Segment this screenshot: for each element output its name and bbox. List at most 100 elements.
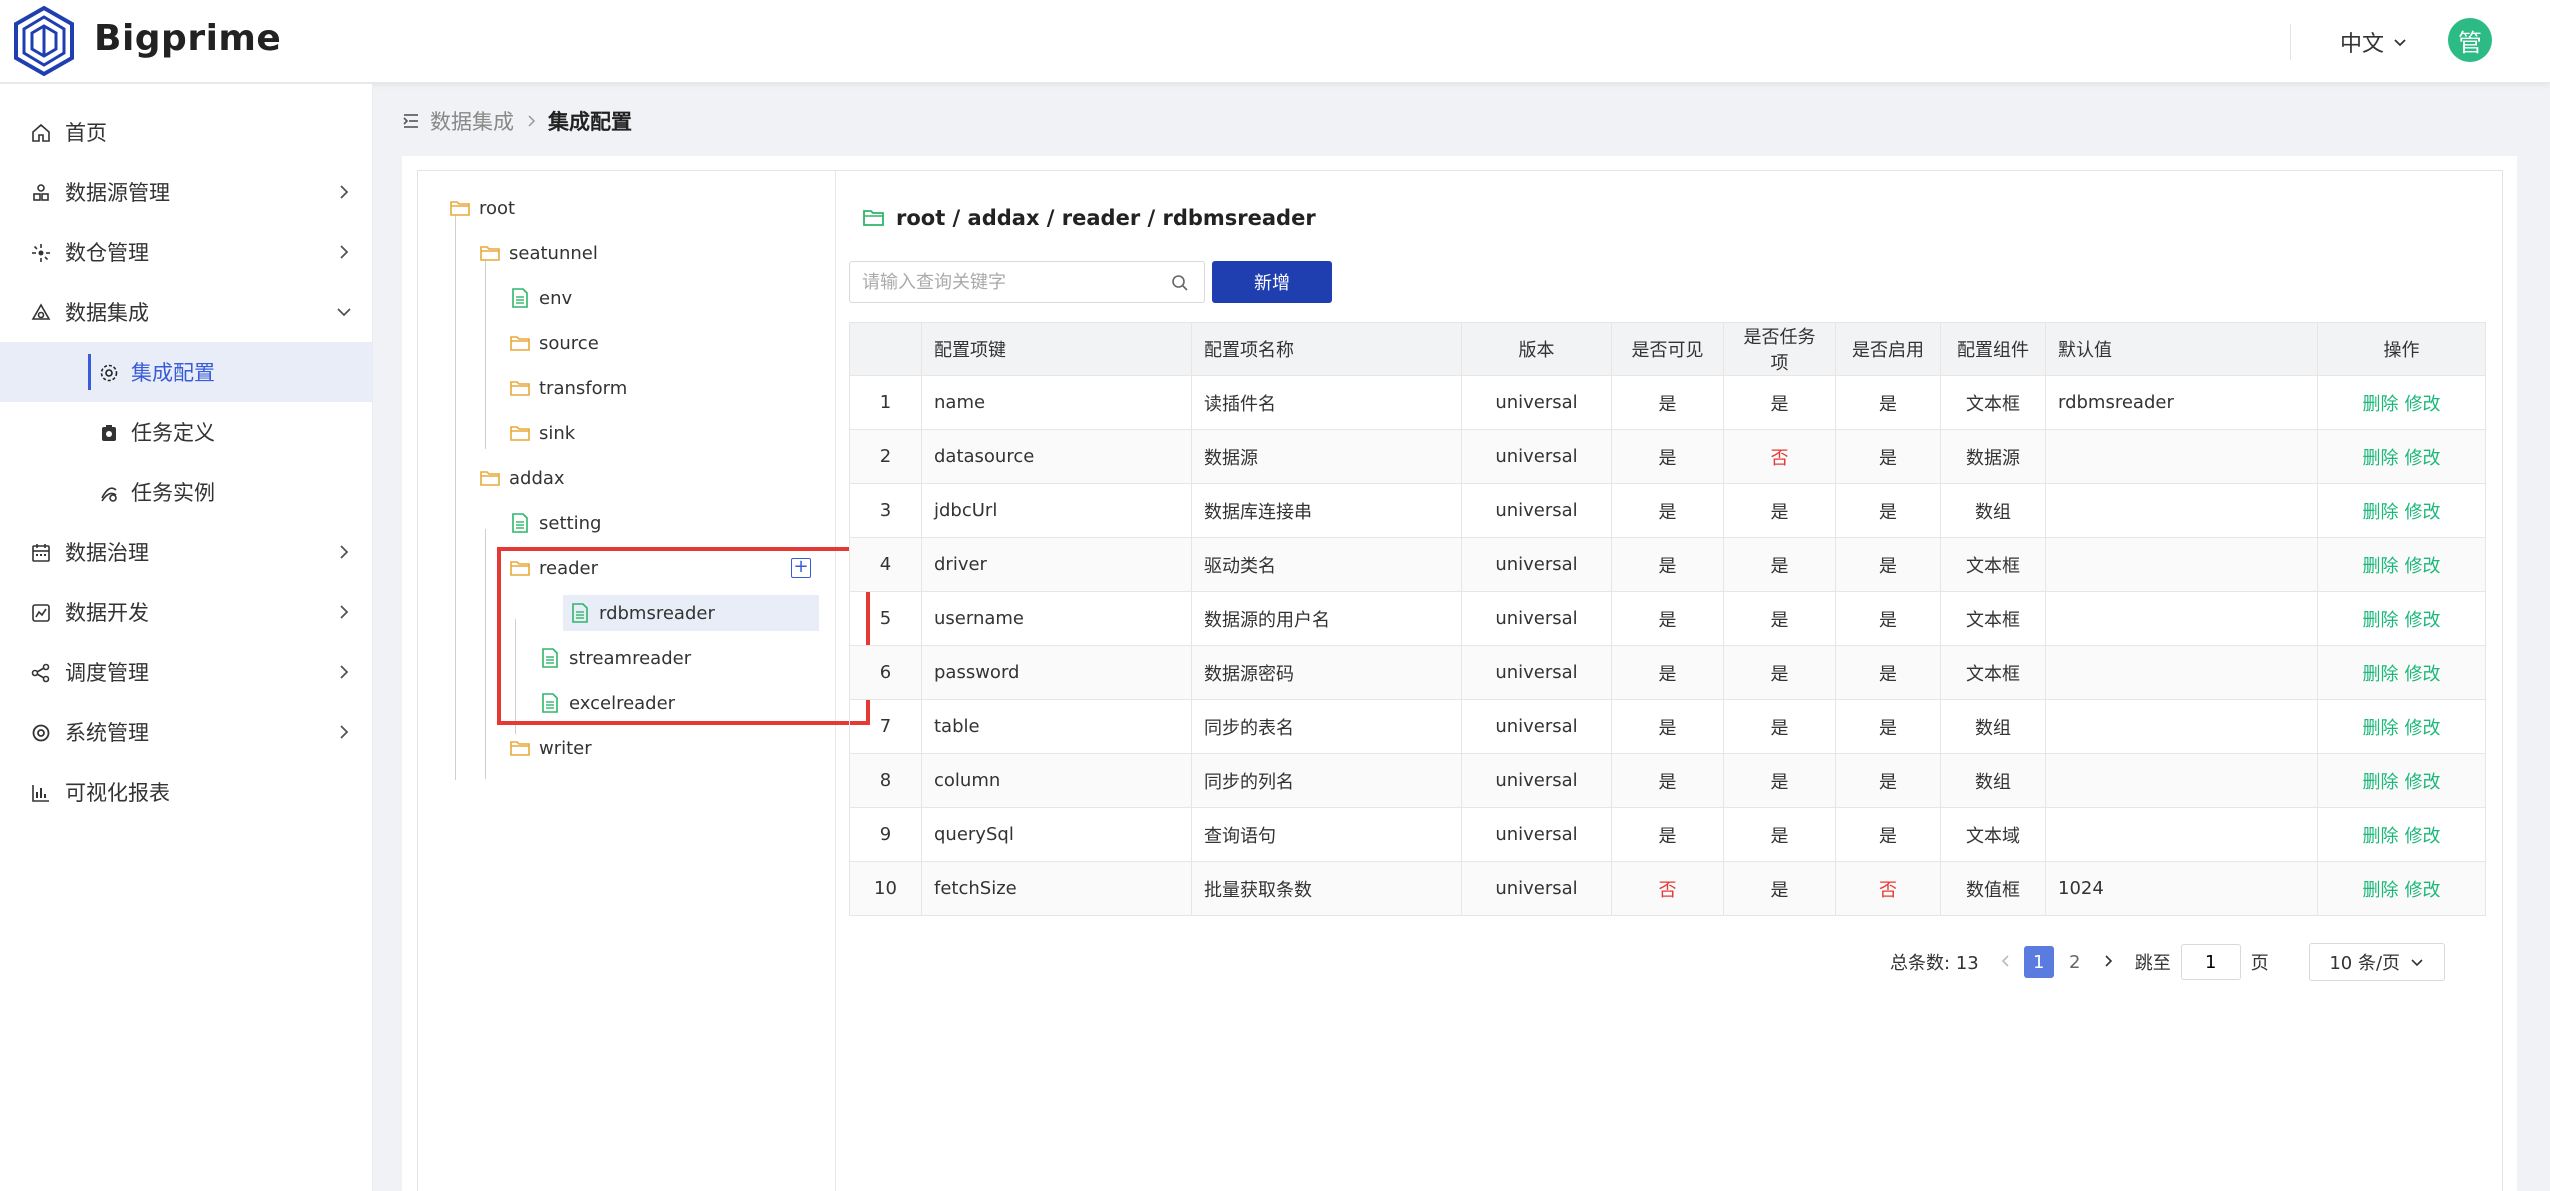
edit-link[interactable]: 修改 [2405, 502, 2441, 523]
page-button-2[interactable]: 2 [2060, 946, 2090, 978]
delete-link[interactable]: 删除 [2363, 718, 2399, 739]
search-icon[interactable] [1170, 273, 1190, 293]
page-button-1[interactable]: 1 [2023, 946, 2054, 978]
edit-link[interactable]: 修改 [2405, 610, 2441, 631]
sidebar-item-governance[interactable]: 数据治理 [0, 522, 373, 582]
row-actions: 删除 修改 [2317, 483, 2486, 538]
row-task: 是 [1723, 537, 1836, 592]
delete-link[interactable]: 删除 [2363, 610, 2399, 631]
delete-link[interactable]: 删除 [2363, 502, 2399, 523]
row-visible: 是 [1611, 483, 1724, 538]
row-component: 文本框 [1940, 375, 2046, 430]
row-task: 是 [1723, 375, 1836, 430]
page-size-select[interactable]: 10 条/页 [2308, 943, 2445, 981]
row-visible: 是 [1611, 753, 1724, 808]
sidebar-item-scheduling[interactable]: 调度管理 [0, 642, 373, 702]
delete-link[interactable]: 删除 [2363, 556, 2399, 577]
row-index: 9 [849, 807, 922, 862]
tree-node-seatunnel[interactable]: seatunnel [479, 235, 598, 271]
table-row: 8 column 同步的列名 universal 是是是数组 删除 修改 [849, 753, 2486, 808]
tree-node-addax[interactable]: addax [479, 460, 565, 496]
user-avatar[interactable]: 管 [2448, 18, 2492, 62]
tree-node-source[interactable]: source [509, 325, 599, 361]
edit-link[interactable]: 修改 [2405, 772, 2441, 793]
sidebar-item-label: 任务定义 [131, 421, 215, 445]
row-component: 数据源 [1940, 429, 2046, 484]
row-enabled: 是 [1835, 807, 1941, 862]
delete-link[interactable]: 删除 [2363, 664, 2399, 685]
sidebar-item-integration-config[interactable]: 集成配置 [0, 342, 373, 402]
prev-page-button[interactable] [1991, 952, 2021, 973]
home-icon [32, 123, 50, 142]
tree-node-env[interactable]: env [509, 280, 572, 316]
tree-node-streamreader[interactable]: streamreader [539, 640, 691, 676]
tree-node-label: seatunnel [509, 242, 598, 264]
row-version: universal [1461, 483, 1612, 538]
sidebar-item-warehouse[interactable]: 数仓管理 [0, 222, 373, 282]
tree-node-transform[interactable]: transform [509, 370, 627, 406]
delete-link[interactable]: 删除 [2363, 448, 2399, 469]
row-version: universal [1461, 429, 1612, 484]
sidebar-item-reports[interactable]: 可视化报表 [0, 762, 373, 822]
file-icon [542, 693, 558, 713]
sidebar-item-system[interactable]: 系统管理 [0, 702, 373, 762]
row-name: 读插件名 [1191, 375, 1462, 430]
menu-fold-icon[interactable] [402, 112, 420, 130]
row-enabled: 是 [1835, 699, 1941, 754]
tree-node-setting[interactable]: setting [509, 505, 601, 541]
share-icon [31, 663, 50, 683]
row-name: 数据源 [1191, 429, 1462, 484]
sidebar-item-development[interactable]: 数据开发 [0, 582, 373, 642]
tree-node-root[interactable]: root [449, 190, 515, 226]
search-input[interactable] [862, 270, 1162, 294]
brand-name: Bigprime [94, 18, 282, 59]
jump-label: 跳至 [2134, 953, 2171, 974]
sidebar-item-task-definition[interactable]: 任务定义 [0, 402, 373, 462]
delete-link[interactable]: 删除 [2363, 772, 2399, 793]
sidebar-item-task-instance[interactable]: 任务实例 [0, 462, 373, 522]
table-row: 1 name 读插件名 universal 是是是文本框 rdbmsreader 删除 修改 [849, 375, 2486, 430]
tree-node-reader[interactable]: reader [509, 550, 598, 586]
edit-link[interactable]: 修改 [2405, 556, 2441, 577]
tree-node-sink[interactable]: sink [509, 415, 575, 451]
file-icon [572, 603, 588, 623]
sidebar-item-integration[interactable]: 数据集成 [0, 282, 373, 342]
edit-link[interactable]: 修改 [2405, 664, 2441, 685]
tree-guide-line [515, 619, 516, 734]
sidebar-item-datasource[interactable]: 数据源管理 [0, 162, 373, 222]
tree-node-rdbmsreader[interactable]: rdbmsreader [563, 595, 819, 631]
search-field[interactable] [849, 261, 1205, 303]
edit-link[interactable]: 修改 [2405, 826, 2441, 847]
edit-link[interactable]: 修改 [2405, 448, 2441, 469]
row-enabled: 否 [1835, 861, 1941, 916]
row-enabled: 是 [1835, 645, 1941, 700]
row-enabled: 是 [1835, 537, 1941, 592]
next-page-button[interactable] [2093, 952, 2123, 973]
folder-icon [510, 336, 530, 351]
delete-link[interactable]: 删除 [2363, 880, 2399, 901]
table-header-row: 配置项键 配置项名称 版本 是否可见 是否任务项 是否启用 配置组件 默认值 操… [849, 322, 2486, 376]
config-tree [418, 171, 836, 1191]
table-row: 7 table 同步的表名 universal 是是是数组 删除 修改 [849, 699, 2486, 754]
delete-link[interactable]: 删除 [2363, 826, 2399, 847]
chevron-down-icon [2394, 39, 2406, 47]
edit-link[interactable]: 修改 [2405, 394, 2441, 415]
edit-link[interactable]: 修改 [2405, 880, 2441, 901]
tree-node-label: root [479, 197, 516, 219]
folder-open-icon [863, 210, 884, 226]
row-actions: 删除 修改 [2317, 429, 2486, 484]
row-index: 8 [849, 753, 922, 808]
breadcrumb-parent[interactable]: 数据集成 [430, 106, 514, 136]
row-visible: 是 [1611, 699, 1724, 754]
tree-node-excelreader[interactable]: excelreader [539, 685, 675, 721]
add-button[interactable]: 新增 [1212, 261, 1332, 303]
delete-link[interactable]: 删除 [2363, 394, 2399, 415]
language-switcher[interactable]: 中文 [2340, 26, 2408, 58]
tree-node-writer[interactable]: writer [509, 730, 592, 766]
sidebar-item-label: 调度管理 [65, 661, 149, 685]
add-child-button[interactable]: + [791, 558, 811, 578]
bar-chart-icon [32, 785, 49, 802]
jump-page-input[interactable] [2180, 944, 2241, 980]
edit-link[interactable]: 修改 [2405, 718, 2441, 739]
sidebar-item-home[interactable]: 首页 [0, 102, 373, 162]
